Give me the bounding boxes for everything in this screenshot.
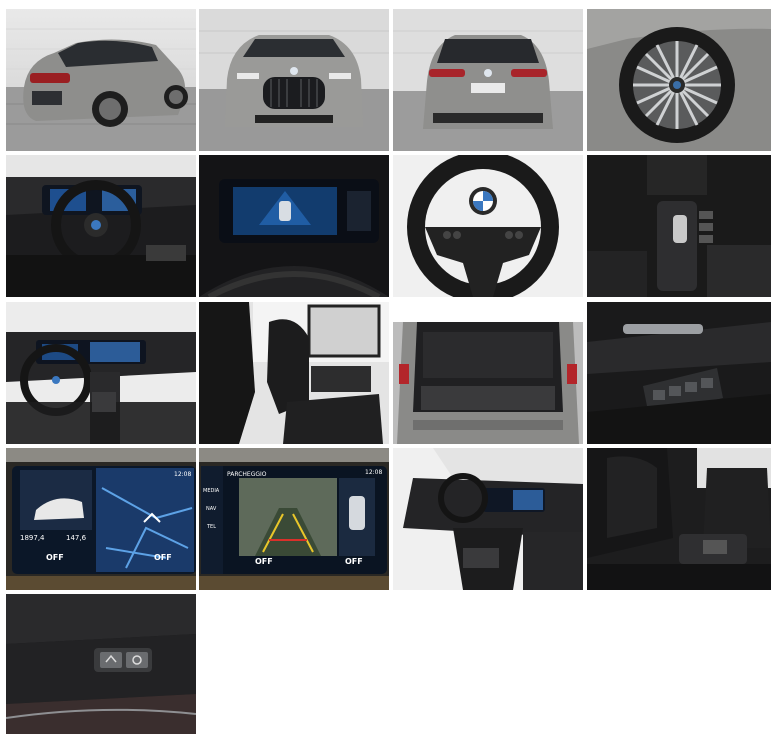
screen-distance-value: 1897,4: [20, 534, 45, 542]
photo-front-seats[interactable]: [199, 302, 389, 444]
photo-image: PARCHEGGIO MEDIA NAV TEL OFF OFF 12:08: [199, 448, 389, 590]
photo-image: 1897,4 147,6 OFF OFF 12:08: [6, 448, 196, 590]
photo-gallery: 1897,4 147,6 OFF OFF 12:08 PARCHEGGIO ME…: [0, 0, 771, 734]
photo-image: [393, 302, 583, 444]
photo-image: [587, 155, 771, 297]
photo-image: [587, 9, 771, 151]
photo-image: [199, 9, 389, 151]
screen-off-left: OFF: [46, 553, 64, 562]
photo-door-switches[interactable]: [587, 302, 771, 444]
photo-steering-wheel[interactable]: [393, 155, 583, 297]
photo-image: [393, 448, 583, 590]
photo-image: [6, 155, 196, 297]
photo-image: [6, 302, 196, 444]
photo-car-rear-three-quarter[interactable]: [6, 9, 196, 151]
screen-menu-tel: TEL: [206, 524, 216, 530]
photo-image: [6, 594, 196, 734]
screen-time: 12:08: [365, 469, 382, 476]
photo-car-front[interactable]: [199, 9, 389, 151]
screen-off-right: OFF: [154, 553, 172, 562]
photo-interior-passenger-side[interactable]: [393, 448, 583, 590]
photo-parking-camera-screen[interactable]: PARCHEGGIO MEDIA NAV TEL OFF OFF 12:08: [199, 448, 389, 590]
photo-image: [587, 302, 771, 444]
photo-digital-display[interactable]: [199, 155, 389, 297]
photo-image: [199, 155, 389, 297]
photo-dashboard[interactable]: [6, 302, 196, 444]
screen-off-right: OFF: [345, 557, 363, 566]
screen-range-value: 147,6: [66, 534, 87, 542]
photo-image: [393, 155, 583, 297]
photo-car-rear[interactable]: [393, 9, 583, 151]
photo-image: [393, 9, 583, 151]
screen-time: 12:08: [174, 471, 191, 478]
photo-wheel-closeup[interactable]: [587, 9, 771, 151]
photo-tailgate-buttons[interactable]: [6, 594, 196, 734]
photo-navigation-screen[interactable]: 1897,4 147,6 OFF OFF 12:08: [6, 448, 196, 590]
photo-image: [6, 9, 196, 151]
screen-menu-nav: NAV: [206, 506, 217, 512]
screen-menu-media: MEDIA: [203, 488, 220, 494]
photo-center-console[interactable]: [587, 155, 771, 297]
screen-parking-title: PARCHEGGIO: [227, 471, 267, 478]
screen-off-left: OFF: [255, 557, 273, 566]
photo-image: [587, 448, 771, 590]
photo-image: [199, 302, 389, 444]
photo-rear-seats-armrest[interactable]: [587, 448, 771, 590]
photo-cockpit[interactable]: [6, 155, 196, 297]
photo-open-trunk[interactable]: [393, 302, 583, 444]
